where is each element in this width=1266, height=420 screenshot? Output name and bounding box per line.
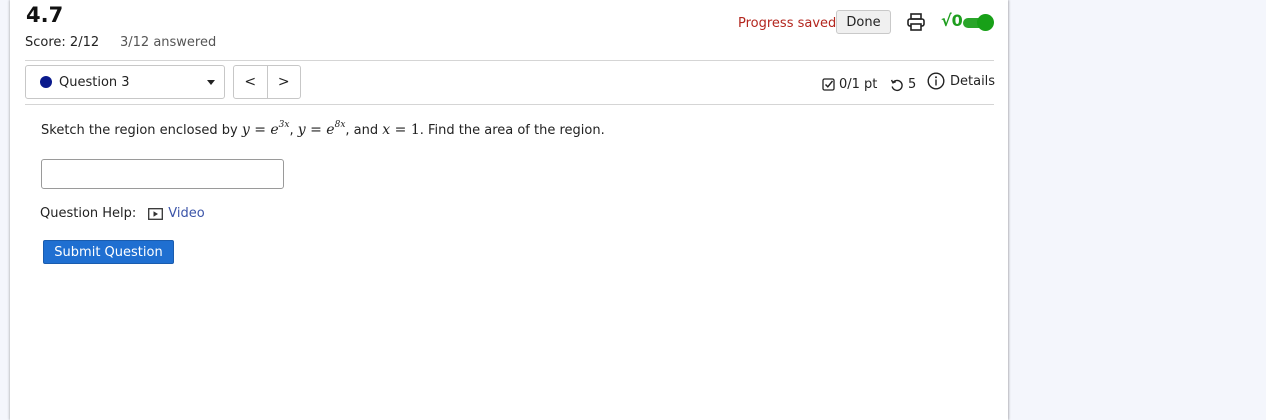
equation-2: y = e8x: [297, 120, 346, 138]
info-icon: [927, 72, 945, 90]
question-help: Question Help: Video: [40, 206, 205, 221]
video-icon: [148, 207, 164, 220]
question-nav: < >: [233, 65, 301, 99]
question-help-label: Question Help:: [40, 206, 137, 221]
retries-indicator: 5: [890, 77, 916, 92]
done-button[interactable]: Done: [836, 10, 891, 34]
separator: , and: [345, 123, 379, 138]
details-button[interactable]: Details: [927, 72, 995, 90]
divider: [25, 60, 994, 61]
print-icon[interactable]: [906, 12, 926, 32]
question-selector[interactable]: Question 3: [25, 65, 225, 99]
submit-question-button[interactable]: Submit Question: [43, 240, 174, 264]
video-link[interactable]: Video: [148, 206, 205, 221]
sqrt-icon: √0: [941, 11, 963, 30]
toggle-knob: [977, 14, 994, 31]
answered-count: 3/12 answered: [120, 35, 217, 50]
answer-input[interactable]: [41, 159, 284, 189]
video-link-label: Video: [168, 206, 205, 221]
equation-1: y = e3x: [241, 120, 290, 138]
equation-3: x = 1: [382, 122, 420, 138]
question-selector-label: Question 3: [59, 75, 130, 90]
next-question-button[interactable]: >: [268, 66, 301, 98]
points-indicator: 0/1 pt: [822, 77, 877, 92]
score-text: Score: 2/12: [25, 35, 100, 50]
divider: [25, 104, 994, 105]
previous-question-button[interactable]: <: [234, 66, 268, 98]
separator: ,: [289, 123, 294, 138]
question-text: Sketch the region enclosed by y = e3x, y…: [41, 120, 605, 138]
page-title: 4.7: [26, 3, 64, 27]
question-status-dot: [40, 76, 52, 88]
question-suffix: . Find the area of the region.: [419, 123, 605, 138]
points-text: 0/1 pt: [839, 77, 878, 92]
math-toggle-switch[interactable]: [963, 14, 994, 32]
chevron-down-icon: [207, 80, 215, 85]
retries-count: 5: [908, 77, 917, 92]
details-label: Details: [950, 73, 996, 89]
assignment-card: 4.7 Score: 2/12 3/12 answered Progress s…: [10, 0, 1008, 420]
checkbox-icon: [822, 78, 835, 91]
progress-saved-status: Progress saved: [738, 16, 837, 31]
retry-icon: [890, 79, 903, 91]
question-prefix: Sketch the region enclosed by: [41, 123, 238, 138]
